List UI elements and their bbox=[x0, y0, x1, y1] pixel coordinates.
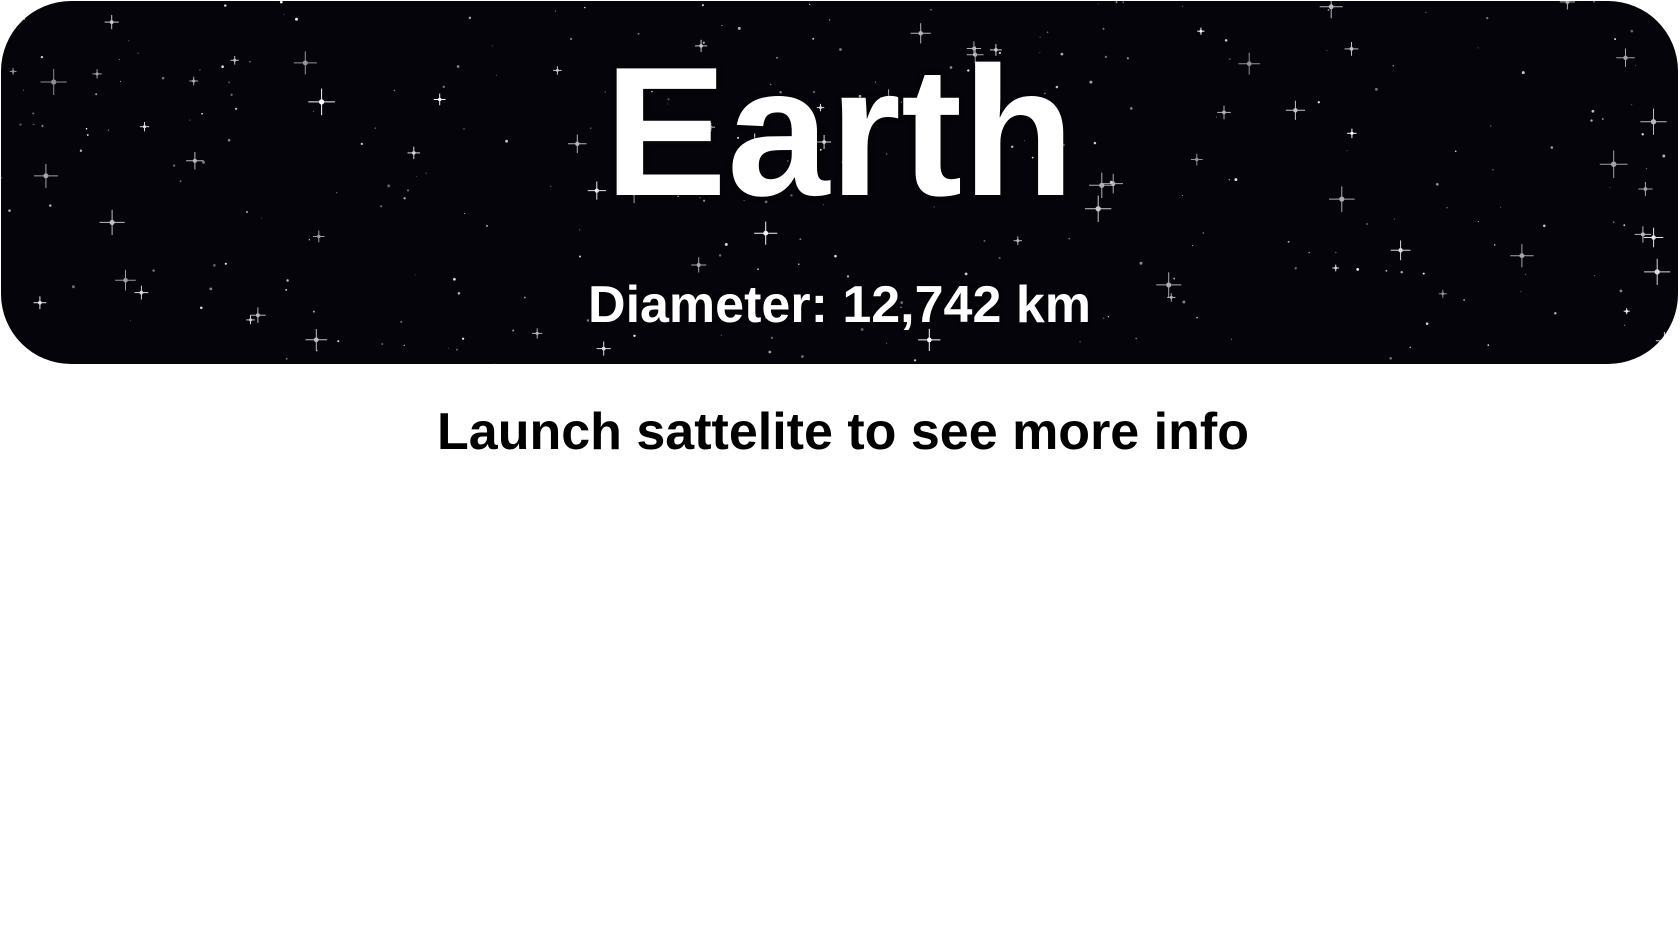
star-dot bbox=[1202, 232, 1204, 234]
star-dot bbox=[1122, 1, 1124, 3]
star-dot bbox=[447, 347, 449, 349]
star-dot bbox=[462, 337, 465, 340]
star-dot bbox=[701, 4, 704, 7]
star-dot bbox=[1181, 5, 1184, 7]
star-dot bbox=[285, 357, 288, 360]
star-sparkle bbox=[1332, 264, 1340, 272]
launch-satellite-hint: Launch sattelite to see more info bbox=[437, 403, 1249, 461]
star-dot bbox=[1425, 11, 1427, 13]
star-dot bbox=[584, 6, 586, 9]
star-sparkle bbox=[312, 230, 325, 243]
star-dot bbox=[381, 343, 384, 345]
star-dot bbox=[1102, 27, 1105, 30]
star-dot bbox=[1308, 251, 1310, 254]
star-sparkle bbox=[1559, 1, 1575, 10]
star-dot bbox=[757, 268, 759, 270]
star-dot bbox=[1079, 341, 1081, 343]
star-dot bbox=[914, 359, 917, 362]
star-sparkle bbox=[16, 4, 33, 20]
planet-diameter: Diameter: 12,742 km bbox=[588, 276, 1091, 334]
star-dot bbox=[456, 348, 458, 351]
star-dot bbox=[1486, 16, 1489, 20]
star-sparkle bbox=[1319, 1, 1343, 19]
star-dot bbox=[983, 239, 986, 242]
star-dot bbox=[152, 269, 155, 272]
star-dot bbox=[224, 4, 227, 7]
star-dot bbox=[721, 24, 723, 26]
star-dot bbox=[578, 255, 582, 258]
star-dot bbox=[337, 340, 340, 343]
star-dot bbox=[1593, 1, 1595, 3]
star-dot bbox=[1356, 267, 1360, 271]
star-dot bbox=[1487, 344, 1490, 346]
star-dot bbox=[828, 19, 831, 21]
star-dot bbox=[834, 254, 837, 258]
star-sparkle bbox=[1510, 244, 1534, 268]
star-dot bbox=[1135, 337, 1137, 339]
star-dot bbox=[770, 336, 774, 340]
star-dot bbox=[1098, 3, 1099, 5]
star-dot bbox=[886, 342, 888, 344]
star-dot bbox=[1139, 261, 1143, 265]
star-dot bbox=[998, 256, 1001, 260]
star-dot bbox=[1409, 346, 1412, 349]
star-dot bbox=[809, 3, 811, 5]
star-dot bbox=[308, 239, 311, 241]
planet-banner: Earth Diameter: 12,742 km bbox=[1, 1, 1678, 364]
star-dot bbox=[718, 254, 722, 257]
star-sparkle bbox=[1013, 236, 1022, 245]
star-dot bbox=[494, 363, 496, 364]
star-dot bbox=[1192, 245, 1193, 247]
star-dot bbox=[1068, 238, 1070, 240]
star-dot bbox=[283, 14, 285, 16]
star-dot bbox=[1294, 267, 1297, 270]
star-dot bbox=[213, 264, 216, 267]
star-dot bbox=[930, 8, 932, 11]
star-dot bbox=[1231, 338, 1232, 340]
star-dot bbox=[1327, 8, 1330, 11]
star-dot bbox=[295, 17, 298, 21]
star-dot bbox=[1389, 357, 1392, 360]
star-dot bbox=[554, 10, 556, 12]
star-dot bbox=[1385, 269, 1388, 272]
star-sparkle bbox=[104, 15, 119, 30]
star-dot bbox=[1493, 244, 1496, 246]
star-dot bbox=[279, 1, 283, 4]
star-dot bbox=[6, 355, 9, 358]
star-dot bbox=[800, 355, 804, 358]
star-dot bbox=[799, 238, 802, 241]
star-dot bbox=[768, 350, 772, 354]
planet-info-page: Earth Diameter: 12,742 km Launch satteli… bbox=[0, 0, 1680, 947]
star-dot bbox=[1287, 240, 1290, 243]
star-sparkle bbox=[596, 341, 611, 356]
star-dot bbox=[403, 344, 405, 347]
star-sparkle bbox=[1390, 240, 1411, 261]
star-dot bbox=[1115, 1, 1118, 4]
star-dot bbox=[1642, 2, 1644, 4]
star-dot bbox=[724, 242, 728, 246]
star-dot bbox=[468, 16, 472, 20]
star-sparkle bbox=[691, 257, 707, 273]
star-dot bbox=[1335, 251, 1337, 253]
star-dot bbox=[224, 262, 227, 265]
star-dot bbox=[798, 263, 800, 265]
star-dot bbox=[1638, 357, 1641, 359]
planet-title: Earth bbox=[604, 28, 1075, 234]
